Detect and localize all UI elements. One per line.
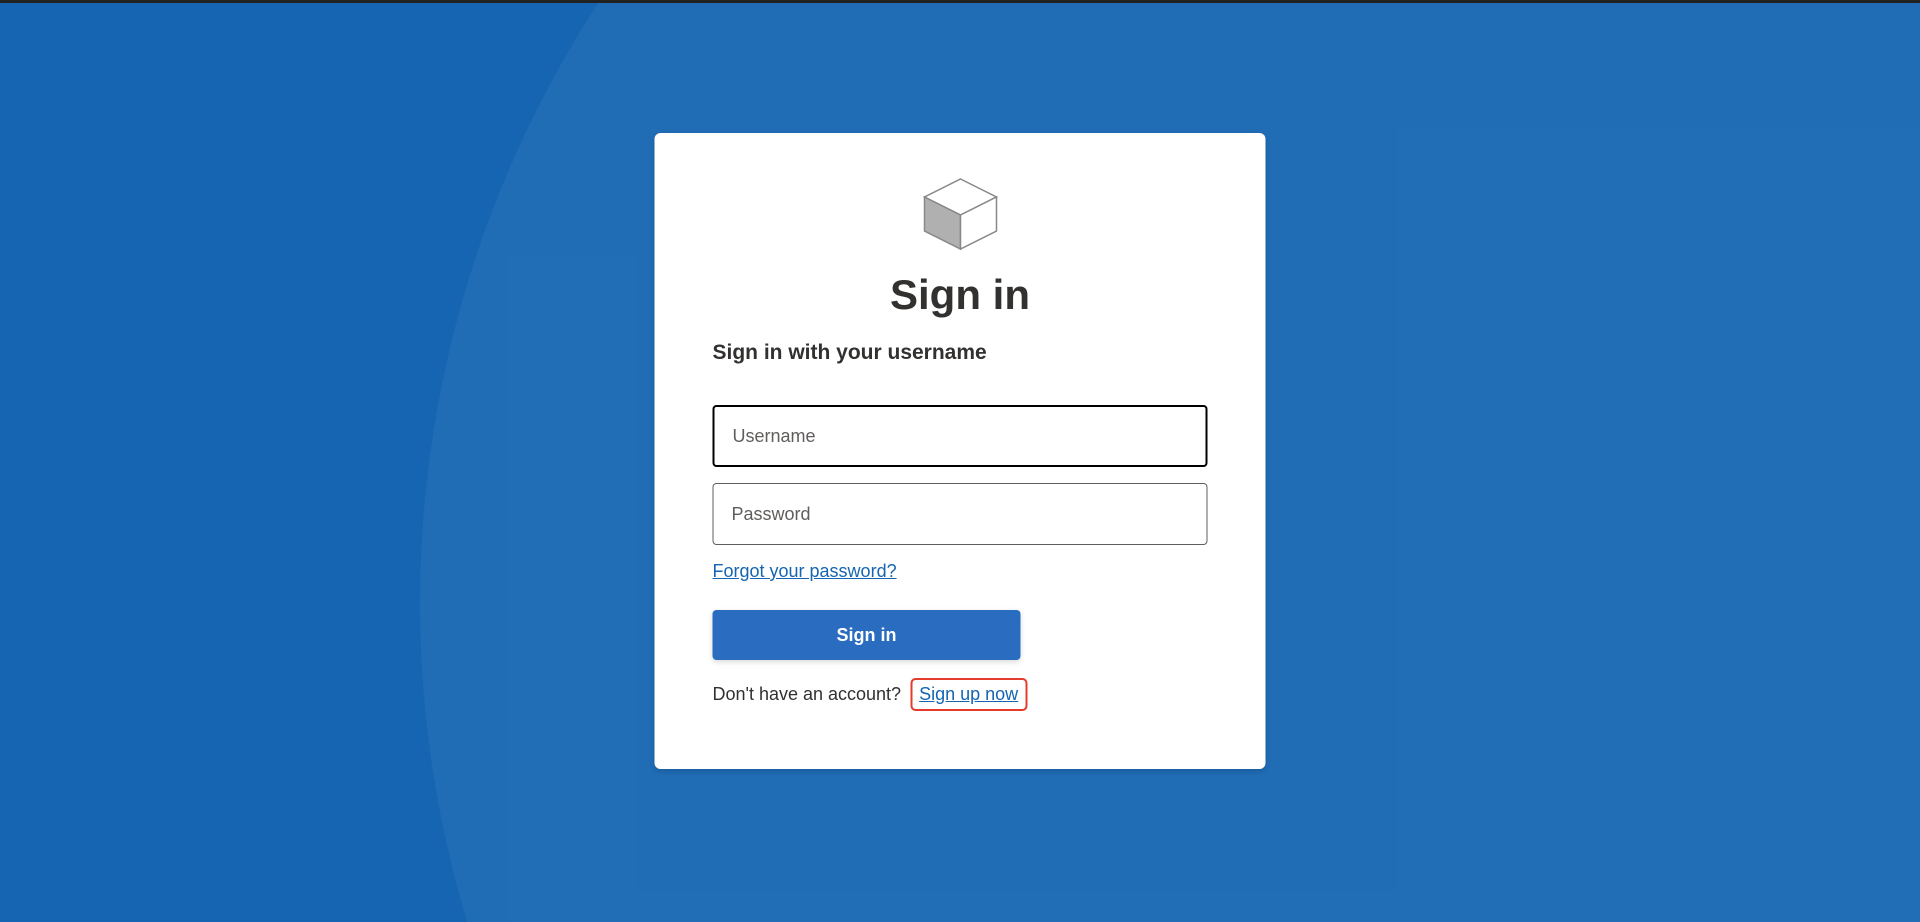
no-account-text: Don't have an account? — [713, 684, 902, 704]
password-input[interactable] — [713, 483, 1208, 545]
signin-subtitle: Sign in with your username — [713, 341, 1208, 365]
signup-highlight: Sign up now — [910, 678, 1027, 711]
signup-row: Don't have an account? Sign up now — [713, 678, 1208, 711]
cube-logo-icon — [920, 177, 1000, 251]
signup-link[interactable]: Sign up now — [912, 680, 1025, 709]
page-background: Sign in Sign in with your username Forgo… — [0, 3, 1920, 922]
username-input[interactable] — [713, 405, 1208, 467]
logo-container — [713, 177, 1208, 251]
page-title: Sign in — [713, 271, 1208, 319]
signin-panel: Sign in Sign in with your username Forgo… — [655, 133, 1266, 769]
forgot-password-link[interactable]: Forgot your password? — [713, 561, 897, 582]
signin-button[interactable]: Sign in — [713, 610, 1021, 660]
